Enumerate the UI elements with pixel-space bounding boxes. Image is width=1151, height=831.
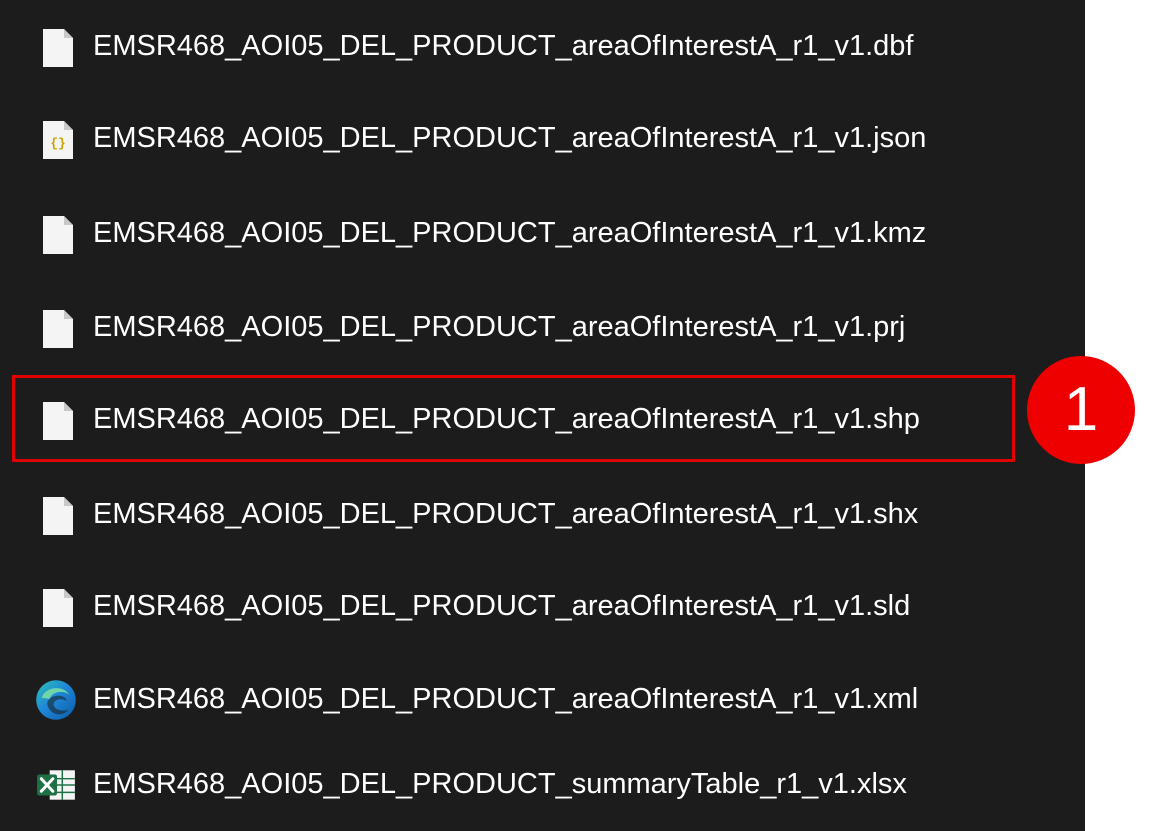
- file-name: EMSR468_AOI05_DEL_PRODUCT_areaOfInterest…: [93, 311, 906, 343]
- file-row[interactable]: {} EMSR468_AOI05_DEL_PRODUCT_areaOfInter…: [0, 108, 1085, 168]
- file-row[interactable]: EMSR468_AOI05_DEL_PRODUCT_areaOfInterest…: [0, 576, 1085, 636]
- blank-file-icon: [43, 589, 73, 627]
- file-row[interactable]: EMSR468_AOI05_DEL_PRODUCT_areaOfInterest…: [0, 669, 1085, 729]
- file-row[interactable]: EMSR468_AOI05_DEL_PRODUCT_areaOfInterest…: [0, 203, 1085, 263]
- blank-file-icon: [43, 216, 73, 254]
- file-row[interactable]: EMSR468_AOI05_DEL_PRODUCT_areaOfInterest…: [0, 16, 1085, 76]
- edge-browser-icon: [36, 680, 76, 720]
- file-name: EMSR468_AOI05_DEL_PRODUCT_areaOfInterest…: [93, 217, 927, 249]
- blank-file-icon: [43, 29, 73, 67]
- highlight-box: [12, 375, 1015, 462]
- file-name: EMSR468_AOI05_DEL_PRODUCT_summaryTable_r…: [93, 768, 907, 800]
- excel-file-icon: [37, 770, 75, 800]
- svg-text:{}: {}: [50, 136, 66, 151]
- json-file-icon: {}: [43, 121, 73, 159]
- blank-file-icon: [43, 310, 73, 348]
- step-number-badge: 1: [1027, 356, 1135, 464]
- file-name: EMSR468_AOI05_DEL_PRODUCT_areaOfInterest…: [93, 122, 927, 154]
- file-row[interactable]: EMSR468_AOI05_DEL_PRODUCT_areaOfInterest…: [0, 297, 1085, 357]
- file-name: EMSR468_AOI05_DEL_PRODUCT_areaOfInterest…: [93, 683, 919, 715]
- file-name: EMSR468_AOI05_DEL_PRODUCT_areaOfInterest…: [93, 498, 919, 530]
- file-row[interactable]: EMSR468_AOI05_DEL_PRODUCT_areaOfInterest…: [0, 484, 1085, 544]
- blank-file-icon: [43, 497, 73, 535]
- file-row[interactable]: EMSR468_AOI05_DEL_PRODUCT_summaryTable_r…: [0, 754, 1085, 814]
- file-name: EMSR468_AOI05_DEL_PRODUCT_areaOfInterest…: [93, 590, 911, 622]
- file-name: EMSR468_AOI05_DEL_PRODUCT_areaOfInterest…: [93, 30, 914, 62]
